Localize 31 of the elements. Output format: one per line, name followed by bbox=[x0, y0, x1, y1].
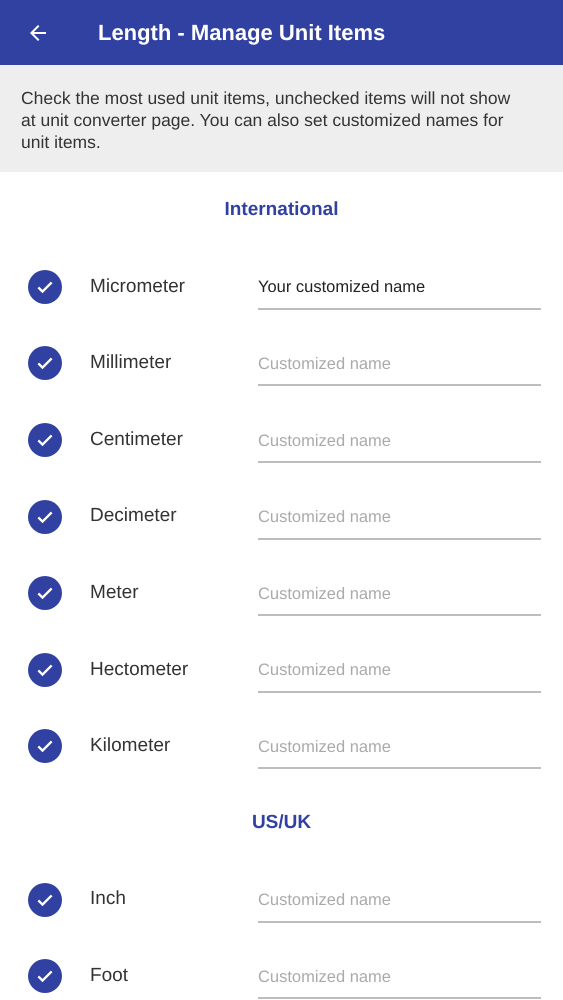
unit-name: Foot bbox=[90, 964, 130, 988]
name-input-field[interactable]: Customized name bbox=[258, 957, 541, 1000]
name-input-field[interactable]: Customized name bbox=[258, 574, 541, 616]
unit-name: Micrometer bbox=[90, 274, 186, 299]
unit-name: Hectometer bbox=[90, 658, 190, 682]
checkbox[interactable] bbox=[28, 729, 62, 764]
name-input-field[interactable]: Customized name bbox=[258, 344, 541, 386]
unit-name: Inch bbox=[90, 887, 127, 912]
screen-title: Length - Manage Unit Items bbox=[98, 19, 386, 47]
checkbox[interactable] bbox=[28, 346, 62, 380]
name-input-field[interactable]: Your customized name bbox=[258, 268, 541, 310]
checkbox[interactable] bbox=[28, 423, 62, 458]
checkbox[interactable] bbox=[28, 959, 62, 994]
checkbox[interactable] bbox=[28, 652, 62, 687]
unit-name: Meter bbox=[90, 581, 140, 606]
name-input-field[interactable]: Customized name bbox=[258, 650, 541, 693]
unit-name: Kilometer bbox=[90, 734, 172, 758]
unit-name: Centimeter bbox=[90, 428, 184, 452]
name-input-field[interactable]: Customized name bbox=[258, 421, 541, 464]
name-input-field[interactable]: Customized name bbox=[258, 498, 541, 540]
checkbox[interactable] bbox=[28, 882, 62, 917]
unit-name: Millimeter bbox=[90, 351, 172, 376]
name-input-field[interactable]: Customized name bbox=[258, 880, 541, 923]
section-heading: International bbox=[224, 198, 338, 222]
unit-name: Decimeter bbox=[90, 504, 178, 528]
description-text: Check the most used unit items, unchecked items will not show at unit converter page. You can also set customized names for unit items. bbox=[21, 87, 512, 153]
checkbox[interactable] bbox=[28, 500, 62, 534]
checkbox[interactable] bbox=[28, 576, 62, 610]
section-heading: US/UK bbox=[252, 810, 312, 835]
name-input-field[interactable]: Customized name bbox=[258, 727, 541, 770]
checkbox[interactable] bbox=[28, 270, 62, 304]
